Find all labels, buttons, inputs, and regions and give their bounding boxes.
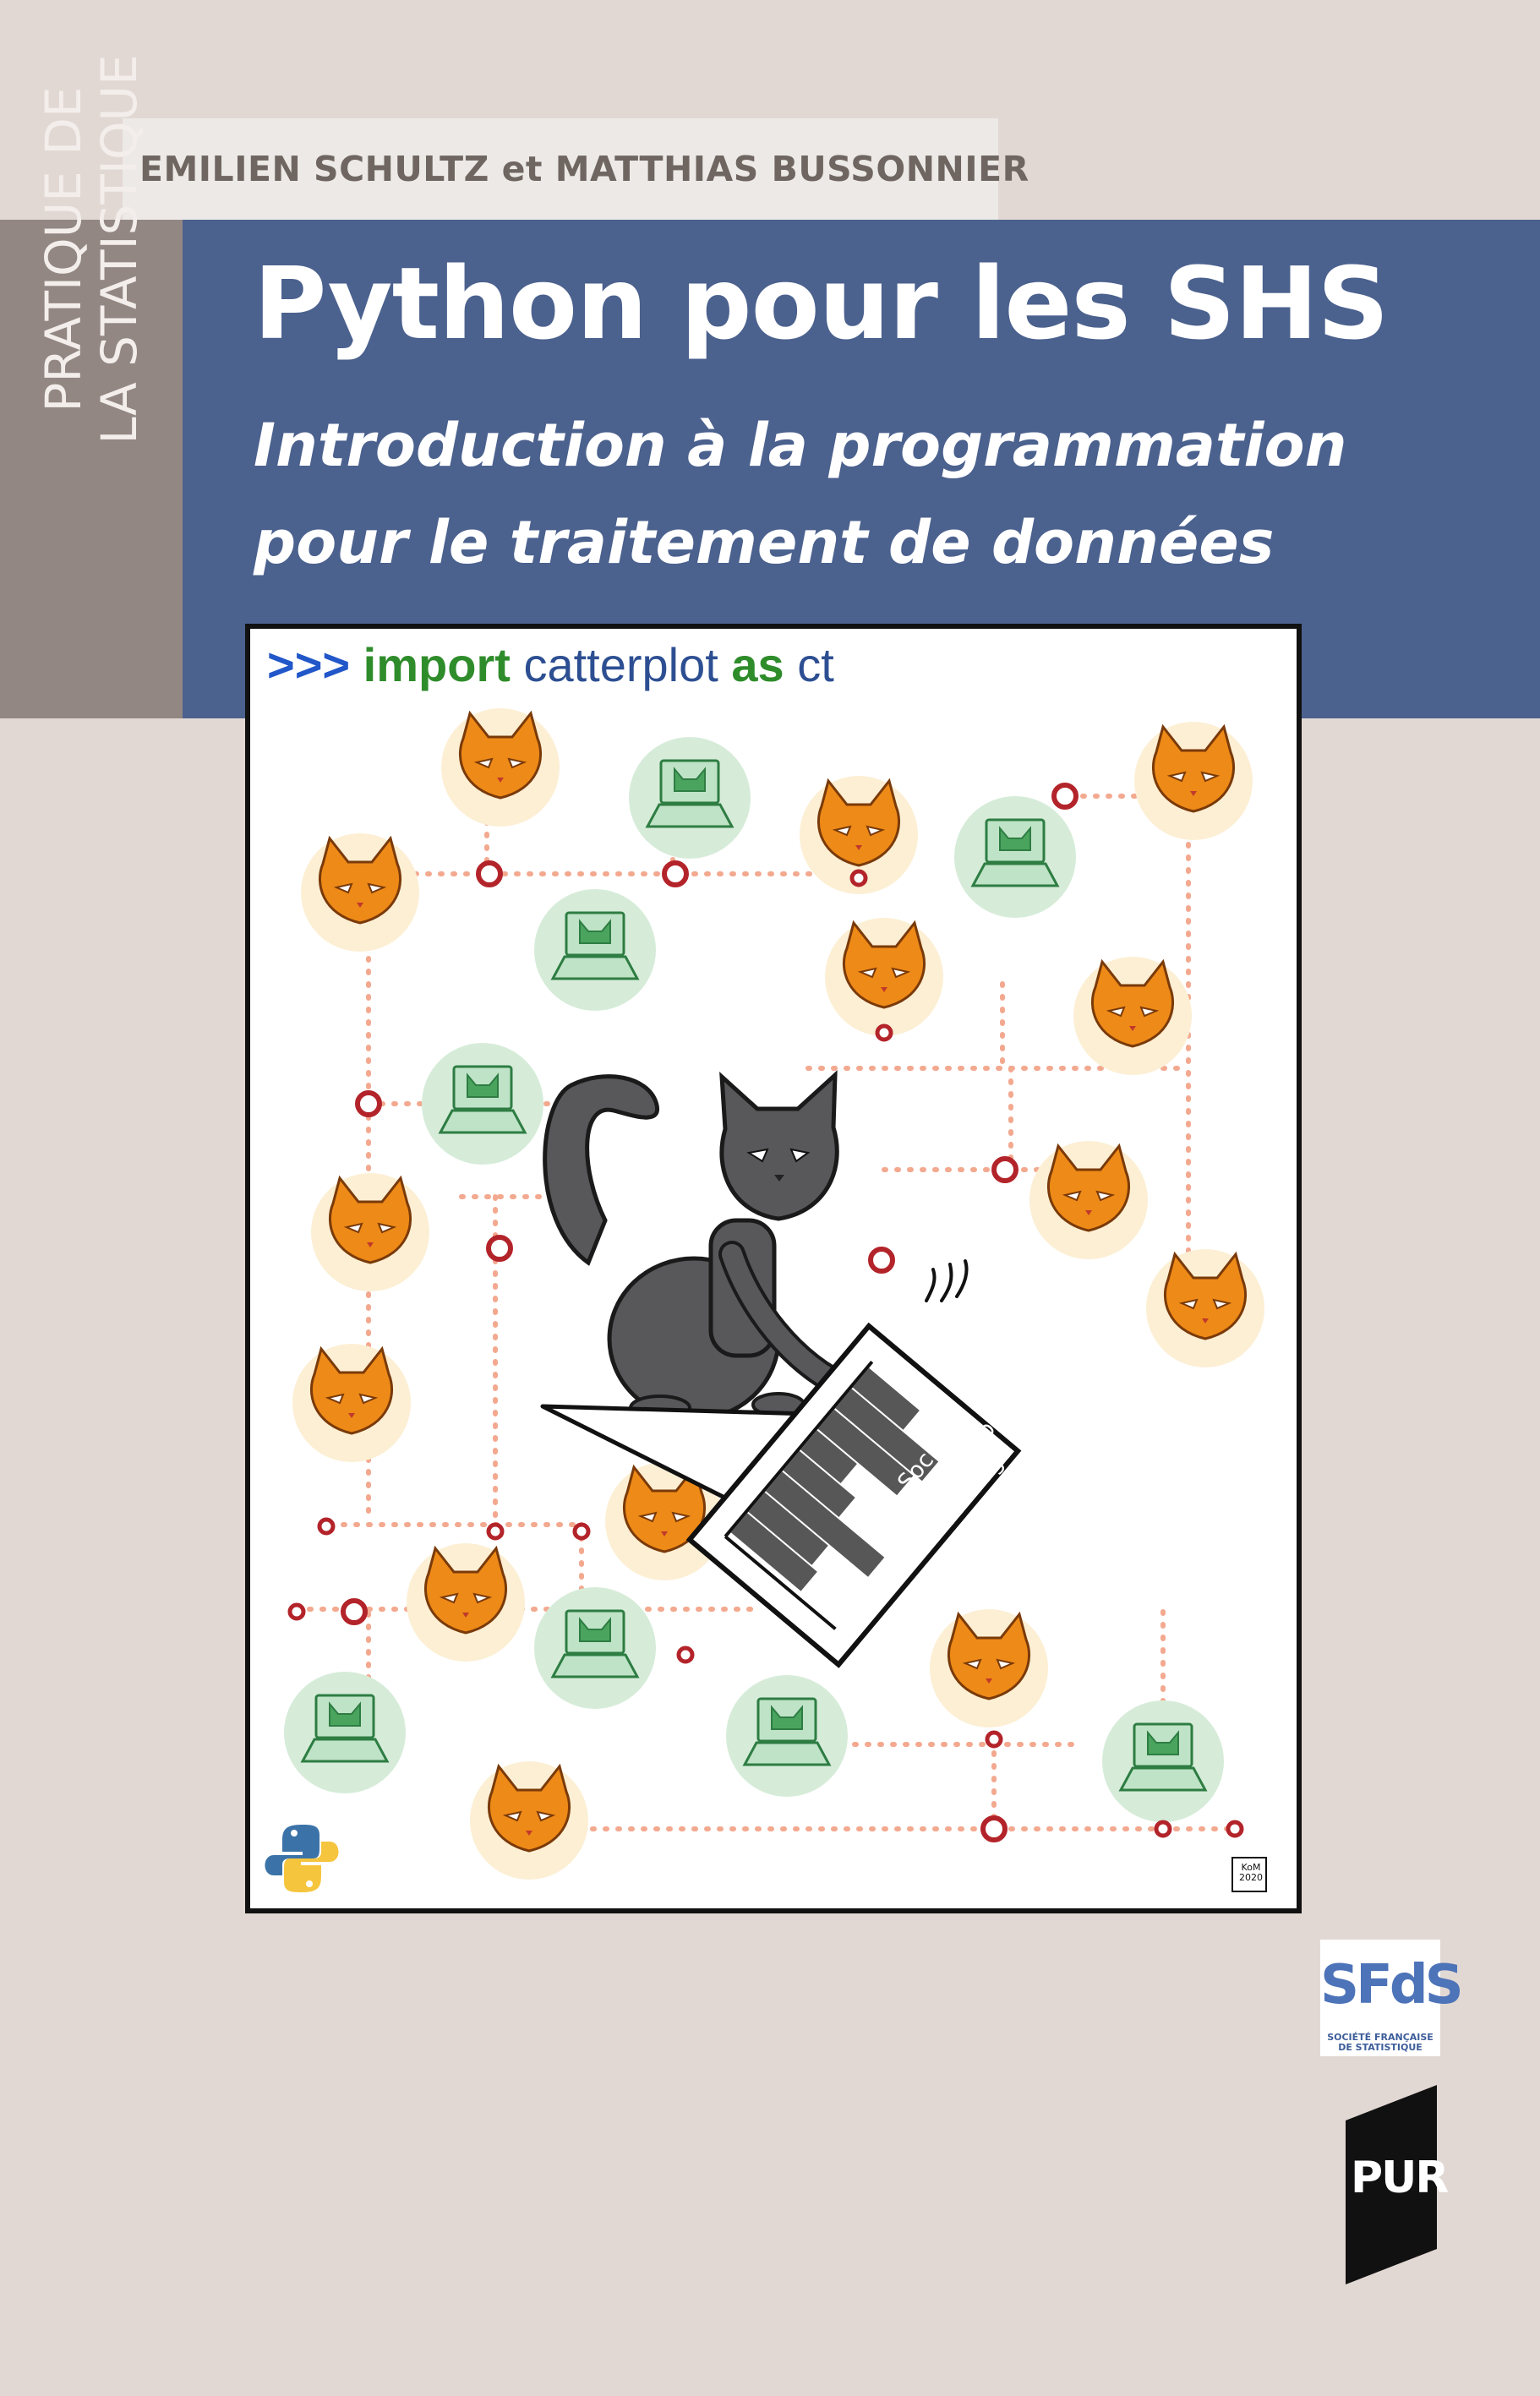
subtitle-line-2: pour le traitement de données	[254, 508, 1275, 577]
sfds-name-line-2: DE STATISTIQUE	[1338, 2042, 1423, 2053]
book-subtitle: Introduction à la programmation pour le …	[254, 397, 1346, 592]
python-logo-icon	[265, 1825, 339, 1892]
series-line-2: LA STATISTIQUE	[90, 54, 148, 445]
pur-letters: PUR	[1351, 2153, 1449, 2203]
sfds-full-name: SOCIÉTÉ FRANÇAISE DE STATISTIQUE	[1322, 2033, 1439, 2053]
pur-logo: PUR	[1344, 2083, 1449, 2290]
network-drawing	[265, 707, 1267, 1892]
series-line-1: PRATIQUE DE	[35, 86, 92, 412]
sfds-letters: SFdS	[1320, 1954, 1464, 2017]
subtitle-line-1: Introduction à la programmation	[254, 411, 1347, 480]
book-title: Python pour les SHS	[254, 245, 1389, 362]
authors-bar: EMILIEN SCHULTZ et MATTHIAS BUSSONNIER	[123, 118, 1029, 220]
sfds-logo: SFdS SOCIÉTÉ FRANÇAISE DE STATISTIQUE	[1320, 1940, 1464, 2056]
artist-signature-text: KoM 2020	[1239, 1862, 1263, 1883]
authors: EMILIEN SCHULTZ et MATTHIAS BUSSONNIER	[139, 149, 1029, 189]
cover-illustration: >>> import catterplot as ct Société Popu…	[245, 624, 1302, 1913]
motion-lines	[925, 1259, 969, 1302]
series-name: PRATIQUE DE LA STATISTIQUE	[35, 54, 148, 445]
